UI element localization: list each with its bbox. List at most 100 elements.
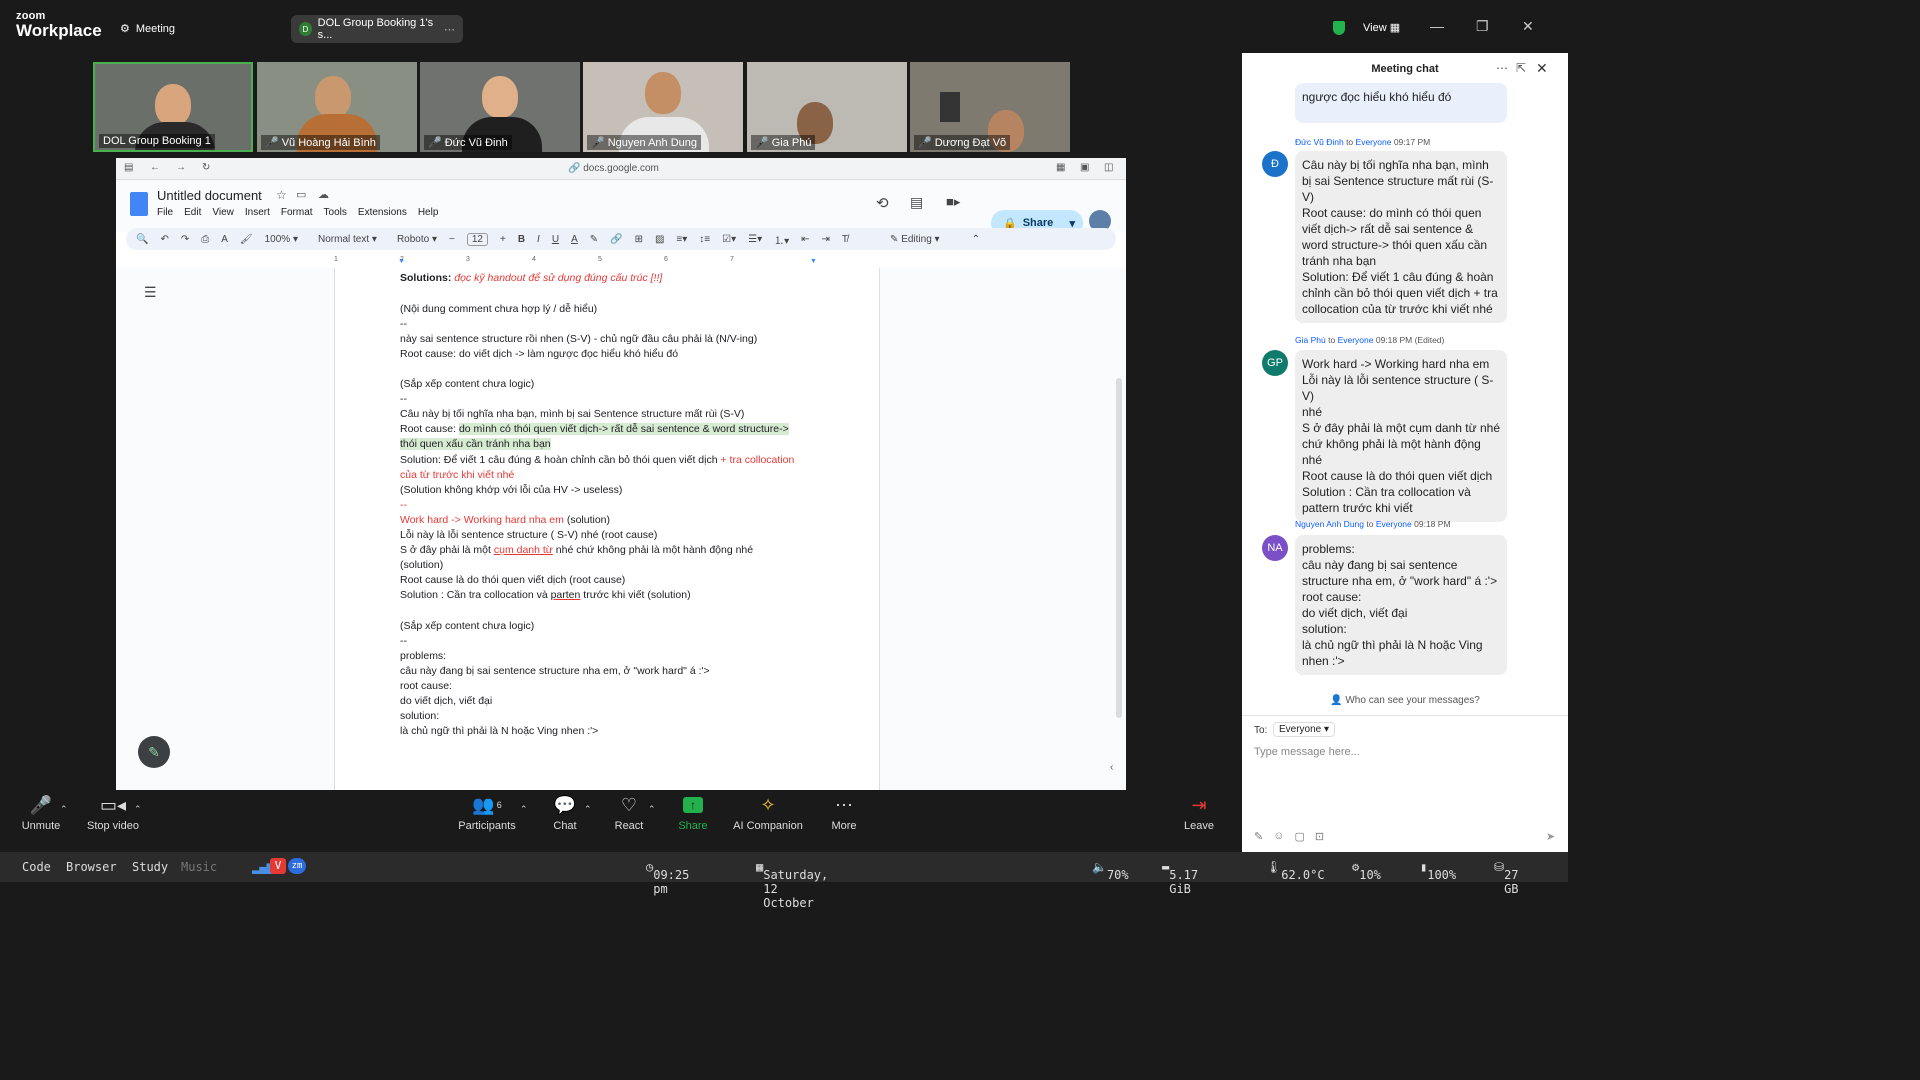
video-options-chevron[interactable]: ⌃ [134, 804, 142, 815]
react-chevron[interactable]: ⌃ [648, 804, 656, 815]
reload-icon[interactable]: ↻ [202, 162, 210, 173]
annotate-pen-button[interactable]: ✎ [138, 736, 170, 768]
back-icon[interactable]: ← [150, 162, 160, 173]
move-folder-icon[interactable]: ▭ [296, 188, 306, 201]
docs-logo-icon[interactable] [130, 192, 148, 216]
highlight-icon[interactable]: ✎ [590, 234, 598, 245]
popout-icon[interactable]: ⇱ [1516, 61, 1526, 75]
audio-options-chevron[interactable]: ⌃ [60, 804, 68, 815]
format-icon[interactable]: ✎ [1254, 830, 1263, 843]
sidebar-icon[interactable]: ▤ [124, 162, 133, 173]
style-select[interactable]: Normal text ▾ [318, 234, 377, 245]
avatar[interactable]: GP [1262, 350, 1288, 376]
meeting-tab[interactable]: D DOL Group Booking 1's s... ⋯ [291, 15, 463, 43]
view-button[interactable]: View ▦ [1363, 21, 1400, 34]
participants-chevron[interactable]: ⌃ [520, 804, 528, 815]
italic-icon[interactable]: I [537, 234, 540, 245]
search-icon[interactable]: 🔍 [136, 234, 148, 245]
leave-button[interactable]: ⇥ Leave [1182, 790, 1216, 833]
chat-chevron[interactable]: ⌃ [584, 804, 592, 815]
close-chat-icon[interactable]: ✕ [1536, 60, 1548, 77]
extensions-icon[interactable]: ▣ [1080, 162, 1089, 173]
more-button[interactable]: ⋯ More [828, 790, 860, 833]
avatar[interactable]: Đ [1262, 151, 1288, 177]
spellcheck-icon[interactable]: A [221, 234, 228, 245]
bullet-list-icon[interactable]: ☰▾ [748, 234, 762, 245]
workspace-music[interactable]: Music [181, 860, 217, 874]
video-tile[interactable]: 🎤 Dương Đạt Võ [910, 62, 1070, 152]
numbered-list-icon[interactable]: ⒈▾ [774, 232, 789, 247]
indent-marker[interactable]: ▼ [398, 258, 405, 265]
workspace-browser[interactable]: Browser [66, 860, 117, 874]
who-can-see-link[interactable]: 👤 Who can see your messages? [1242, 695, 1568, 706]
chat-input[interactable]: Type message here... [1254, 746, 1360, 758]
menu-file[interactable]: File [157, 207, 173, 218]
participants-button[interactable]: 👥 6 Participants [457, 790, 517, 833]
menu-view[interactable]: View [212, 207, 234, 218]
doc-title[interactable]: Untitled document [157, 188, 262, 203]
star-icon[interactable]: ☆ [276, 188, 287, 202]
history-icon[interactable]: ⟲ [876, 194, 889, 212]
indent-increase-icon[interactable]: ⇥ [822, 234, 830, 245]
react-button[interactable]: ♡ React [613, 790, 645, 833]
zoom-tray-icon[interactable]: zm [288, 858, 306, 874]
video-tile[interactable]: DOL Group Booking 1 [93, 62, 253, 152]
outline-icon[interactable]: ☰ [144, 284, 157, 301]
collapse-icon[interactable]: ⌃ [972, 234, 980, 245]
file-icon[interactable]: ▢ [1294, 830, 1304, 843]
menu-edit[interactable]: Edit [184, 207, 201, 218]
zoom-select[interactable]: 100% ▾ [265, 234, 298, 245]
video-tile[interactable]: 🎤 Nguyen Anh Dung [583, 62, 743, 152]
editing-mode-select[interactable]: ✎ Editing ▾ [890, 234, 940, 245]
vivaldi-icon[interactable]: V [270, 858, 286, 874]
print-icon[interactable]: ⎙ [201, 234, 209, 245]
text-color-icon[interactable]: A [571, 234, 578, 245]
menu-format[interactable]: Format [281, 207, 313, 218]
link-icon[interactable]: 🔗 [610, 234, 622, 245]
clear-format-icon[interactable]: T̸ [842, 234, 848, 245]
recipient-select[interactable]: Everyone ▾ [1273, 722, 1336, 737]
ai-companion-button[interactable]: ✧ AI Companion [730, 790, 806, 833]
volume[interactable]: 🔈 70% [1092, 860, 1129, 882]
menu-help[interactable]: Help [418, 207, 439, 218]
font-size-decrease[interactable]: − [449, 234, 455, 245]
workspace-code[interactable]: Code [22, 860, 51, 874]
more-options-icon[interactable]: ⋯ [444, 23, 455, 36]
underline-icon[interactable]: U [552, 234, 559, 245]
bold-icon[interactable]: B [518, 234, 525, 245]
paint-format-icon[interactable]: 🖌 [240, 234, 253, 245]
minimize-icon[interactable]: — [1430, 18, 1444, 34]
meet-icon[interactable]: ■▸ [946, 194, 960, 210]
meeting-menu-button[interactable]: ⚙ Meeting [120, 22, 175, 36]
image-icon[interactable]: ▨ [655, 234, 664, 245]
indent-decrease-icon[interactable]: ⇤ [801, 234, 809, 245]
emoji-icon[interactable]: ☺ [1273, 830, 1284, 843]
video-tile[interactable]: 🎤 Gia Phú [747, 62, 907, 152]
close-icon[interactable]: ✕ [1522, 18, 1534, 35]
encryption-shield-icon[interactable] [1333, 21, 1345, 35]
send-icon[interactable]: ➤ [1546, 830, 1555, 843]
shared-screen[interactable]: ▤ ← → ↻ 🔗 docs.google.com ▦ ▣ ◫ Untitled… [116, 158, 1126, 790]
menu-tools[interactable]: Tools [324, 207, 347, 218]
menu-insert[interactable]: Insert [245, 207, 270, 218]
align-icon[interactable]: ≡▾ [676, 234, 687, 245]
split-view-icon[interactable]: ◫ [1104, 162, 1113, 173]
url-bar[interactable]: 🔗 docs.google.com [568, 163, 659, 174]
screenshot-icon[interactable]: ⊡ [1315, 830, 1324, 843]
comment-icon[interactable]: ⊞ [635, 234, 643, 245]
scrollbar[interactable] [1116, 378, 1122, 718]
font-select[interactable]: Roboto ▾ [397, 234, 437, 245]
chat-button[interactable]: 💬 Chat [550, 790, 580, 833]
chat-more-icon[interactable]: ⋯ [1496, 61, 1508, 75]
avatar[interactable]: NA [1262, 535, 1288, 561]
stop-video-button[interactable]: ▭◂ Stop video [86, 790, 140, 833]
workspace-study[interactable]: Study [132, 860, 168, 874]
share-screen-button[interactable]: ↑ Share [678, 790, 708, 832]
expand-side-panel-icon[interactable]: ‹ [1110, 762, 1113, 773]
redo-icon[interactable]: ↷ [181, 234, 189, 245]
font-size-increase[interactable]: + [500, 234, 506, 245]
font-size-input[interactable]: 12 [466, 232, 488, 246]
maximize-icon[interactable]: ❐ [1476, 18, 1489, 35]
checklist-icon[interactable]: ☑▾ [722, 234, 736, 245]
video-tile[interactable]: 🎤 Đức Vũ Đinh [420, 62, 580, 152]
